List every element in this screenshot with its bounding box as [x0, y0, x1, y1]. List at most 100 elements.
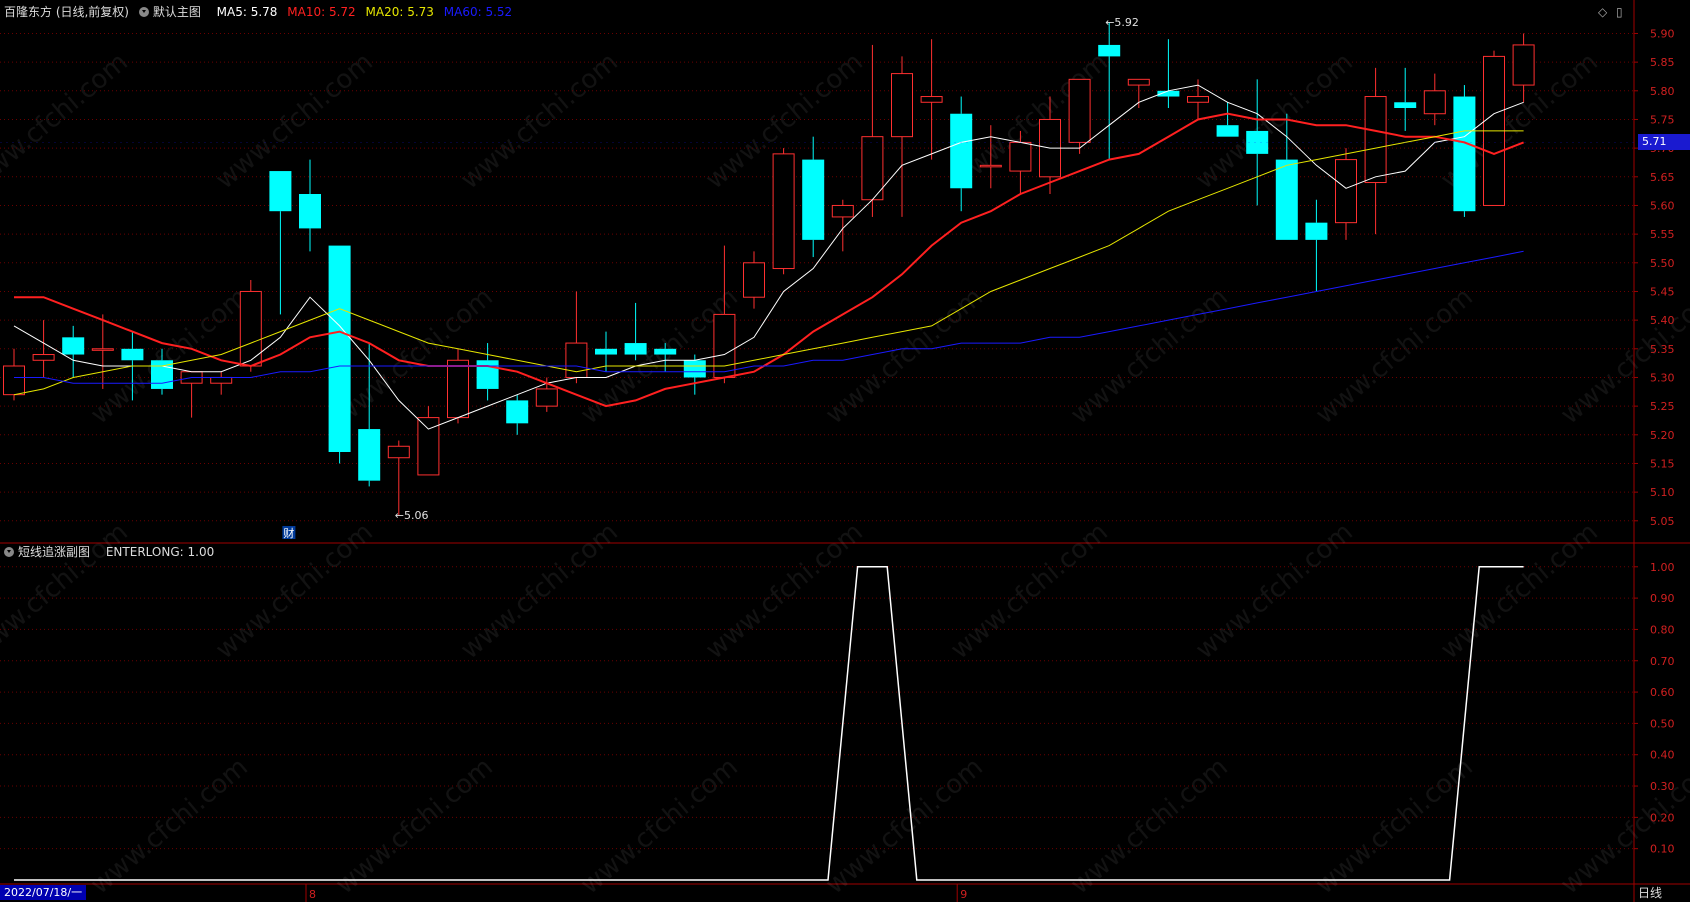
candle — [1216, 102, 1239, 137]
indicator-selector[interactable]: 短线追涨副图 — [4, 545, 96, 559]
current-price-tag: 5.71 — [1638, 134, 1690, 151]
price-tick-label: 5.15 — [1650, 457, 1675, 470]
template-selector[interactable]: 默认主图 — [138, 5, 207, 19]
candle-body — [91, 348, 114, 351]
candle — [239, 280, 262, 372]
indicator-tick-label: 0.50 — [1650, 717, 1675, 730]
chevron-down-icon — [138, 7, 149, 17]
candle-body — [1275, 159, 1298, 240]
candle — [328, 245, 351, 464]
indicator-name: 短线追涨副图 — [18, 545, 91, 559]
price-tick-label: 5.85 — [1650, 56, 1675, 69]
candle-body — [476, 360, 499, 389]
candle-body — [121, 348, 144, 361]
candle — [1157, 39, 1180, 108]
price-tick-label: 5.35 — [1650, 343, 1675, 356]
month-label: 8 — [309, 888, 316, 901]
watermark-text: www.cfchi.com — [1190, 517, 1359, 665]
candle-body — [447, 359, 469, 419]
candle — [713, 245, 736, 384]
candle — [891, 56, 913, 217]
candle — [831, 199, 854, 252]
candle — [743, 251, 765, 309]
watermark-text: www.cfchi.com — [455, 47, 624, 195]
sub-chart-header: 短线追涨副图 ENTERLONG: 1.00 — [4, 544, 220, 560]
candle-body — [831, 204, 854, 218]
candle-body — [506, 400, 529, 424]
candle — [565, 291, 588, 384]
candle-body — [3, 365, 25, 396]
candle-body — [1423, 90, 1446, 115]
watermark-text: www.cfchi.com — [1065, 752, 1234, 900]
indicator-value: ENTERLONG: 1.00 — [105, 545, 215, 559]
candle-body — [1453, 96, 1476, 212]
candle-body — [1305, 222, 1328, 240]
price-tick-label: 5.25 — [1650, 400, 1675, 413]
candle-body — [1187, 96, 1209, 103]
candle-body — [387, 445, 410, 459]
price-tick-label: 5.40 — [1650, 314, 1675, 327]
candle-body — [683, 360, 706, 378]
candle-body — [1364, 96, 1387, 184]
watermark-text: www.cfchi.com — [210, 517, 379, 665]
price-tick-label: 5.60 — [1650, 199, 1675, 212]
watermark-text: www.cfchi.com — [85, 282, 254, 430]
watermark-text: www.cfchi.com — [330, 282, 499, 430]
candle — [3, 348, 25, 401]
indicator-tick-label: 0.10 — [1650, 843, 1675, 856]
window-icon[interactable]: ▯ — [1616, 5, 1623, 19]
stock-name: 百隆东方 (日线,前复权) — [4, 5, 129, 19]
watermark-text: www.cfchi.com — [85, 752, 254, 900]
indicator-tick-label: 1.00 — [1650, 561, 1675, 574]
finance-marker-label: 财 — [283, 526, 294, 540]
candle-body — [654, 348, 677, 355]
price-tick-label: 5.50 — [1650, 257, 1675, 270]
candle — [624, 302, 647, 361]
template-label: 默认主图 — [152, 5, 201, 19]
chevron-down-icon — [4, 547, 14, 557]
candle — [417, 406, 440, 476]
candle — [1423, 73, 1446, 126]
candle-body — [269, 171, 292, 212]
ma60-legend: MA60: 5.52 — [443, 5, 513, 19]
indicator-tick-label: 0.20 — [1650, 811, 1675, 824]
candle-body — [535, 388, 558, 407]
watermark-text: www.cfchi.com — [945, 517, 1114, 665]
candle — [1127, 78, 1150, 108]
candle — [950, 96, 973, 212]
candle — [920, 39, 943, 160]
watermark-text: www.cfchi.com — [820, 752, 989, 900]
watermark-text: www.cfchi.com — [455, 517, 624, 665]
period-label[interactable]: 日线 — [1638, 885, 1662, 901]
candle — [1394, 67, 1417, 131]
watermark-text: www.cfchi.com — [1435, 517, 1604, 665]
candle — [62, 325, 85, 378]
candle-body — [713, 313, 736, 378]
candle — [210, 371, 233, 395]
candle-body — [861, 136, 884, 201]
price-tick-label: 5.30 — [1650, 371, 1675, 384]
candle — [387, 440, 410, 516]
candle-body — [920, 96, 943, 103]
candle — [772, 148, 795, 275]
candle — [1305, 199, 1328, 292]
candle — [1335, 148, 1357, 240]
watermark-text: www.cfchi.com — [1190, 47, 1359, 195]
candle — [476, 343, 499, 401]
price-tick-label: 5.65 — [1650, 171, 1675, 184]
indicator-tick-label: 0.60 — [1650, 686, 1675, 699]
candle-body — [1394, 102, 1417, 108]
diamond-icon[interactable]: ◇ — [1598, 5, 1607, 19]
price-tick-label: 5.45 — [1650, 285, 1675, 298]
month-label: 9 — [960, 888, 967, 901]
stock-chart[interactable]: www.cfchi.com www.cfchi.com www.cfchi.com w… — [0, 0, 1690, 902]
candle — [299, 159, 321, 252]
candle-body — [802, 159, 825, 240]
watermark-text: www.cfchi.com — [330, 752, 499, 900]
candle-body — [32, 354, 55, 361]
candle — [802, 136, 825, 258]
candle — [1364, 67, 1387, 235]
ma20-legend: MA20: 5.73 — [365, 5, 434, 19]
price-tick-label: 5.20 — [1650, 429, 1675, 442]
indicator-tick-label: 0.40 — [1650, 749, 1675, 762]
